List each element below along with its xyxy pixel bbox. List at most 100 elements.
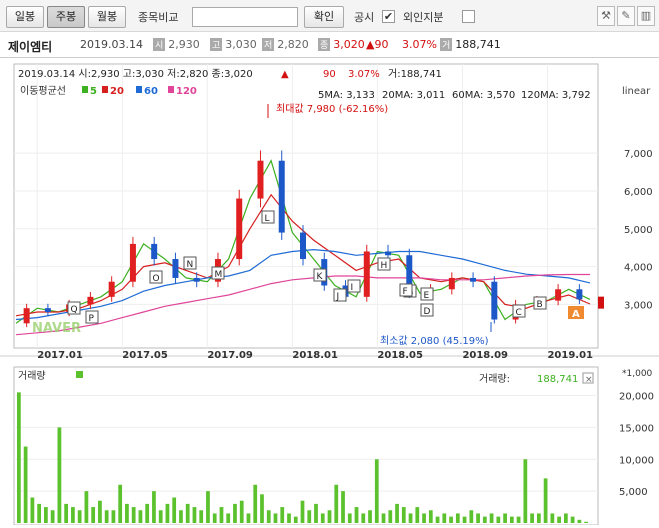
- volume-title: 거래량: [18, 370, 46, 382]
- scale-label[interactable]: linear: [622, 86, 651, 97]
- price-tick-label: 7,000: [624, 149, 653, 160]
- volume-bar: [233, 503, 237, 523]
- open-tag: 시: [153, 38, 166, 51]
- legend-ohlc: 2019.03.14 시:2,930 고:3,030 저:2,820 종:3,0…: [18, 68, 253, 80]
- volume-bar: [381, 513, 386, 523]
- low-tag: 저: [262, 38, 275, 51]
- candle-body: [491, 281, 498, 320]
- volume-bar: [422, 513, 426, 523]
- min-annotation: 최소값 2,080 (45.19%): [380, 335, 489, 347]
- high-value: 3,030: [225, 38, 257, 51]
- volume-bar: [300, 500, 305, 523]
- volume-bar: [408, 513, 413, 523]
- foreign-checkbox[interactable]: [462, 10, 475, 23]
- candle-body: [151, 243, 158, 260]
- ma60-value: 60MA: 3,570: [452, 90, 515, 101]
- trash-icon[interactable]: ▥: [637, 6, 655, 26]
- volume-bar: [293, 516, 298, 523]
- volume-value: 188,741: [455, 38, 501, 51]
- ma60-swatch: [136, 86, 142, 93]
- volume-bar: [368, 510, 372, 523]
- volume-bar: [401, 507, 406, 523]
- stock-chart[interactable]: QPONMLKJIHGFEDCB 7,0006,0005,0004,0003,0…: [0, 60, 659, 526]
- edit-icon[interactable]: ✎: [617, 6, 635, 26]
- volume-bar: [442, 513, 447, 523]
- candle-body: [87, 296, 94, 305]
- volume-bar: [104, 510, 109, 523]
- volume-bar: [361, 513, 366, 523]
- volume-bar: [509, 516, 514, 523]
- volume-bar: [428, 510, 433, 523]
- compare-input[interactable]: [192, 7, 298, 27]
- volume-bar: [482, 516, 487, 523]
- event-marker-label: I: [351, 283, 354, 293]
- ma20-label: 20: [110, 86, 124, 97]
- volume-bar: [64, 503, 69, 523]
- volume-bar: [212, 513, 217, 523]
- volume-bar: [455, 513, 460, 523]
- volume-bar: [314, 503, 318, 523]
- volume-bar: [327, 510, 332, 523]
- high-tag: 고: [210, 38, 223, 51]
- date-tick-label: 2019.01: [547, 350, 593, 361]
- event-marker-label: Q: [71, 305, 78, 315]
- event-marker-label: E: [424, 291, 430, 301]
- event-marker-label: B: [537, 300, 543, 310]
- volume-bar: [50, 510, 55, 523]
- daily-button[interactable]: 일봉: [6, 6, 44, 28]
- volume-bar: [388, 510, 393, 523]
- monthly-button[interactable]: 월봉: [88, 6, 126, 28]
- chart-svg[interactable]: QPONMLKJIHGFEDCB 7,0006,0005,0004,0003,0…: [0, 60, 659, 526]
- volume-bar: [226, 513, 231, 523]
- weekly-button[interactable]: 주봉: [47, 6, 85, 28]
- price-tick-label: 4,000: [624, 263, 653, 274]
- volume-bar: [557, 516, 561, 523]
- volume-bar: [172, 497, 177, 523]
- disclosure-label: 공시: [354, 11, 375, 24]
- event-marker-label: C: [516, 308, 522, 318]
- volume-bar: [179, 510, 183, 523]
- current-price-flag: [598, 296, 604, 309]
- volume-bar: [199, 510, 204, 523]
- ma-title: 이동평균선: [20, 85, 66, 97]
- volume-bar: [577, 519, 582, 523]
- volume-bar: [165, 503, 170, 523]
- candle-body: [278, 160, 285, 233]
- volume-tick-label: 5,000: [619, 487, 648, 498]
- ma5-label: 5: [90, 86, 97, 97]
- volume-bar: [543, 478, 548, 523]
- ma60-label: 60: [144, 86, 158, 97]
- volume-bar: [44, 507, 48, 523]
- volume-bar: [98, 500, 102, 523]
- close-tag: 종: [318, 38, 331, 51]
- confirm-button[interactable]: 확인: [304, 6, 344, 28]
- volume-unit: *1,000: [622, 369, 653, 379]
- volume-bar: [91, 507, 96, 523]
- volume-bar: [307, 510, 312, 523]
- wrench-icon[interactable]: ⚒: [597, 6, 615, 26]
- volume-bar: [239, 500, 244, 523]
- volume-bar: [476, 513, 480, 523]
- volume-bar: [523, 459, 528, 523]
- volume-bar: [415, 507, 420, 523]
- volume-bar: [320, 513, 325, 523]
- event-marker-label: N: [187, 260, 194, 270]
- event-marker-label: F: [403, 287, 408, 297]
- event-marker-label: P: [89, 314, 95, 324]
- ma20-value: 20MA: 3,011: [382, 90, 445, 101]
- candle-body: [23, 308, 30, 324]
- ma120-value: 120MA: 3,792: [521, 90, 591, 101]
- price-tick-label: 6,000: [624, 187, 653, 198]
- candle-body: [236, 198, 243, 260]
- candle-body: [470, 277, 477, 282]
- volume-value-label: 거래량:: [479, 373, 510, 385]
- candle-body: [448, 277, 455, 290]
- disclosure-checkbox[interactable]: ✔: [382, 10, 395, 23]
- volume-bar: [145, 503, 150, 523]
- volume-bar: [536, 513, 541, 523]
- volume-bar: [125, 503, 129, 523]
- volume-bar: [57, 427, 62, 523]
- volume-bar: [334, 484, 339, 523]
- change-value: ▲90: [366, 38, 389, 51]
- volume-bar: [37, 503, 42, 523]
